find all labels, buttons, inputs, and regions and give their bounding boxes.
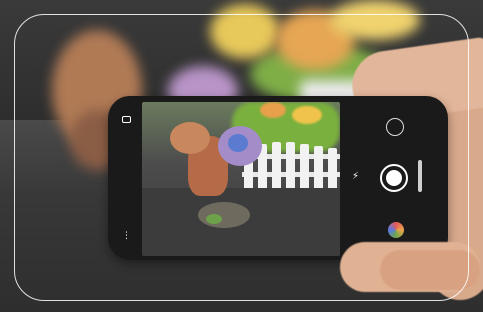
photo-scene: ⋮ ⚡	[0, 0, 483, 312]
photo-frame-outline	[14, 14, 469, 301]
